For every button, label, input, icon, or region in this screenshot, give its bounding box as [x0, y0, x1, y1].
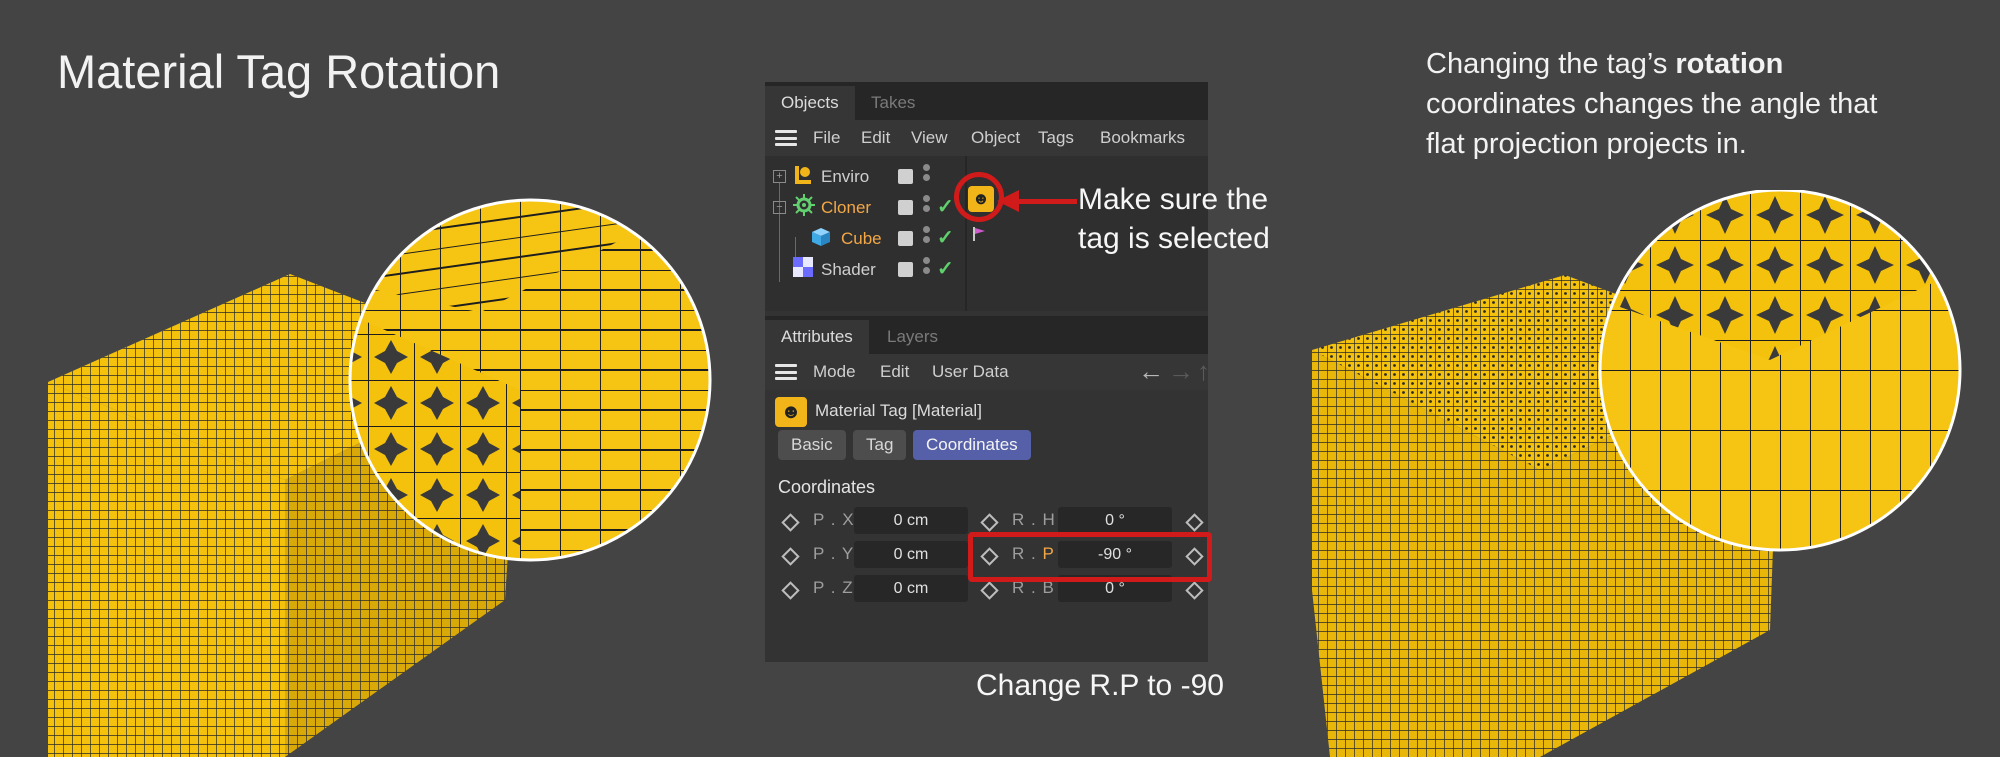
- description-line1-prefix: Changing the tag’s: [1426, 48, 1676, 80]
- tab-takes[interactable]: Takes: [855, 86, 931, 120]
- tab-objects[interactable]: Objects: [765, 86, 855, 120]
- enabled-check-icon[interactable]: ✓: [937, 225, 954, 250]
- coord-label-py: P . Y: [813, 544, 855, 563]
- coord-label-pz: P . Z: [813, 578, 854, 597]
- right-cube-illustration: [1312, 190, 1962, 757]
- keyframe-diamond-icon[interactable]: [781, 581, 800, 600]
- objects-tabbar: Objects Takes: [765, 82, 1208, 120]
- up-arrow-icon[interactable]: ↑: [1197, 356, 1208, 387]
- material-name: Material Tag [Material]: [815, 401, 982, 420]
- menu-view[interactable]: View: [911, 120, 948, 156]
- highlight-box-rp: [968, 532, 1212, 582]
- magnifier-right: [1600, 190, 1960, 550]
- description-text: Changing the tag’s rotation coordinates …: [1426, 44, 1926, 164]
- menu-user-data[interactable]: User Data: [932, 354, 1009, 390]
- edit-visibility-icon[interactable]: [898, 169, 913, 184]
- visibility-dots-icon[interactable]: [923, 226, 931, 246]
- arrow-head-icon: [997, 190, 1019, 212]
- callout-line2: tag is selected: [1078, 222, 1270, 255]
- enabled-check-icon[interactable]: ✓: [937, 194, 954, 219]
- callout-select-tag: Make sure the tag is selected: [1078, 180, 1298, 258]
- page-title: Material Tag Rotation: [57, 45, 501, 98]
- coord-field-py[interactable]: 0 cm: [854, 541, 968, 568]
- forward-arrow-icon[interactable]: →: [1168, 356, 1194, 387]
- visibility-dots-icon[interactable]: [923, 195, 931, 215]
- visibility-dots-icon[interactable]: [923, 164, 931, 184]
- callout-change-rp: Change R.P to -90: [976, 669, 1224, 702]
- tab-layers[interactable]: Layers: [871, 320, 954, 354]
- menu-edit[interactable]: Edit: [861, 120, 890, 156]
- objects-menubar: File Edit View Object Tags Bookmarks: [765, 120, 1208, 156]
- attributes-menubar: Mode Edit User Data ← → ↑: [765, 354, 1208, 390]
- arrow-line: [1017, 199, 1077, 204]
- menu-bookmarks[interactable]: Bookmarks: [1100, 120, 1185, 156]
- subtab-tag[interactable]: Tag: [853, 430, 907, 460]
- description-bold-word: rotation: [1675, 48, 1784, 80]
- material-icon: ☻: [775, 397, 807, 427]
- coord-label-rh: R . H: [1012, 510, 1056, 529]
- left-cube-illustration: [48, 198, 712, 757]
- keyframe-diamond-icon[interactable]: [980, 513, 999, 532]
- enabled-check-icon[interactable]: ✓: [937, 256, 954, 281]
- hamburger-menu-icon[interactable]: [775, 130, 797, 146]
- object-name: Shader: [821, 260, 876, 279]
- object-name: Cube: [841, 229, 882, 248]
- edit-visibility-icon[interactable]: [898, 231, 913, 246]
- flag-tag-icon[interactable]: [973, 227, 985, 241]
- coord-field-px[interactable]: 0 cm: [854, 507, 968, 534]
- section-heading: Coordinates: [778, 477, 876, 497]
- coord-label-px: P . X: [813, 510, 855, 529]
- back-arrow-icon[interactable]: ←: [1138, 356, 1164, 387]
- subtab-basic[interactable]: Basic: [778, 430, 846, 460]
- coord-field-rh[interactable]: 0 °: [1058, 507, 1172, 534]
- tab-attributes[interactable]: Attributes: [765, 320, 869, 354]
- hamburger-menu-icon[interactable]: [775, 364, 797, 380]
- menu-tags[interactable]: Tags: [1038, 120, 1074, 156]
- material-header: ☻ Material Tag [Material]: [765, 390, 1208, 430]
- keyframe-diamond-icon[interactable]: [1185, 581, 1204, 600]
- menu-file[interactable]: File: [813, 120, 840, 156]
- description-line2: coordinates changes the angle that: [1426, 88, 1878, 120]
- keyframe-diamond-icon[interactable]: [1185, 513, 1204, 532]
- visibility-dots-icon[interactable]: [923, 257, 931, 277]
- object-name: Cloner: [821, 198, 872, 217]
- menu-edit[interactable]: Edit: [880, 354, 909, 390]
- edit-visibility-icon[interactable]: [898, 200, 913, 215]
- keyframe-diamond-icon[interactable]: [781, 513, 800, 532]
- object-name: Enviro: [821, 167, 870, 186]
- subtab-coordinates[interactable]: Coordinates: [913, 430, 1031, 460]
- callout-line1: Make sure the: [1078, 183, 1269, 216]
- menu-mode[interactable]: Mode: [813, 354, 856, 390]
- object-row-shader[interactable]: Shader: [765, 255, 1208, 285]
- coord-field-pz[interactable]: 0 cm: [854, 575, 968, 602]
- edit-visibility-icon[interactable]: [898, 262, 913, 277]
- keyframe-diamond-icon[interactable]: [980, 581, 999, 600]
- description-line3: flat projection projects in.: [1426, 128, 1747, 160]
- menu-object[interactable]: Object: [971, 120, 1020, 156]
- keyframe-diamond-icon[interactable]: [781, 547, 800, 566]
- attributes-tabbar: Attributes Layers: [765, 316, 1208, 354]
